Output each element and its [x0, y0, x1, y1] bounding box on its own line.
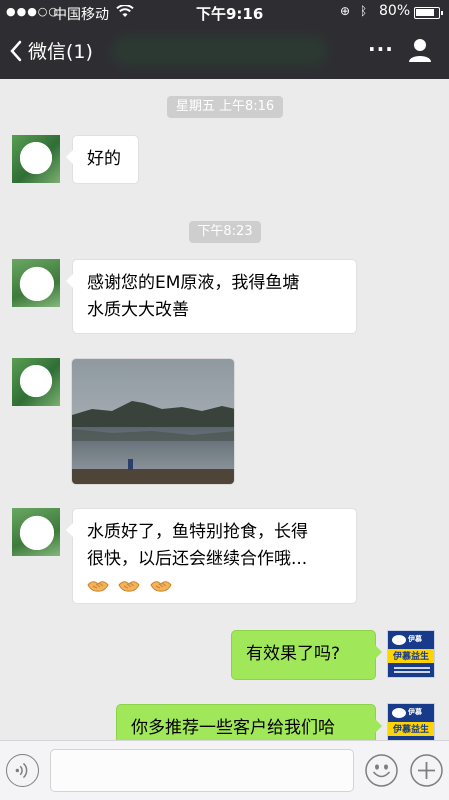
carrier-name: 中国移动	[53, 7, 109, 23]
avatar-logo-text: 伊慕	[408, 635, 422, 643]
plus-icon[interactable]	[410, 754, 443, 787]
handshake-emoji	[118, 581, 141, 592]
timestamp: 下午8:23	[189, 221, 261, 243]
battery-fill	[416, 9, 434, 16]
handshake-emoji	[87, 581, 109, 592]
avatar[interactable]	[12, 508, 60, 556]
battery-icon	[414, 7, 443, 19]
clock: 下午9:16	[196, 5, 264, 23]
message-text-line: 感谢您的EM原液，我得鱼塘	[87, 273, 300, 293]
message-text: 你多推荐一些客户给我们哈	[131, 718, 335, 738]
rotation-lock-icon: ⊕	[340, 4, 351, 18]
message-input[interactable]	[50, 749, 354, 792]
avatar[interactable]	[12, 358, 60, 406]
emoji-icon[interactable]	[365, 754, 398, 787]
more-options-button[interactable]: ···	[368, 37, 394, 61]
navigation-bar: 微信(1) ···	[0, 24, 449, 79]
message-text: 有效果了吗?	[246, 644, 341, 664]
avatar[interactable]	[12, 135, 60, 183]
message-text-line: 水质好了，鱼特别抢食，长得	[87, 522, 308, 542]
top-bar: ●●●○○ 中国移动 下午9:16 ⊕ ᛒ 80% 微信(1) ···	[0, 0, 449, 79]
eye-logo-icon	[392, 708, 406, 718]
my-avatar[interactable]: 伊慕 伊慕益生菌	[387, 630, 435, 678]
message-text-line: 水质大大改善	[87, 300, 189, 320]
contact-name-redacted	[112, 36, 327, 66]
bluetooth-icon: ᛒ	[360, 4, 368, 18]
avatar-band-text: 伊慕益生菌	[393, 652, 430, 675]
status-bar: ●●●○○ 中国移动 下午9:16 ⊕ ᛒ 80%	[0, 0, 449, 24]
eye-logo-icon	[392, 635, 406, 645]
lake-photo-image	[72, 359, 234, 484]
wifi-icon	[116, 4, 134, 22]
person-icon[interactable]	[406, 36, 434, 64]
chevron-left-icon	[10, 40, 22, 61]
message-bubble-mine[interactable]: 有效果了吗?	[231, 630, 382, 680]
handshake-emoji	[150, 581, 172, 592]
avatar-logo-text: 伊慕	[408, 708, 422, 716]
emoji-row	[87, 573, 342, 600]
message-bubble[interactable]: 好的	[66, 135, 139, 184]
avatar[interactable]	[12, 259, 60, 307]
input-bar	[0, 740, 449, 800]
voice-input-icon[interactable]	[6, 754, 39, 787]
signal-strength: ●●●○○	[6, 5, 59, 18]
avatar-decoration	[394, 667, 430, 669]
lake-photo-message[interactable]	[71, 358, 235, 485]
back-label: 微信(1)	[28, 41, 93, 63]
battery-percent: 80%	[379, 3, 411, 19]
message-text-line: 很快，以后还会继续合作哦...	[87, 549, 308, 569]
message-bubble[interactable]: 感谢您的EM原液，我得鱼塘 水质大大改善	[66, 259, 357, 334]
message-text: 好的	[87, 149, 121, 169]
back-button[interactable]: 微信(1)	[8, 37, 93, 64]
message-bubble[interactable]: 水质好了，鱼特别抢食，长得 很快，以后还会继续合作哦...	[66, 508, 357, 604]
timestamp: 星期五 上午8:16	[167, 96, 283, 118]
